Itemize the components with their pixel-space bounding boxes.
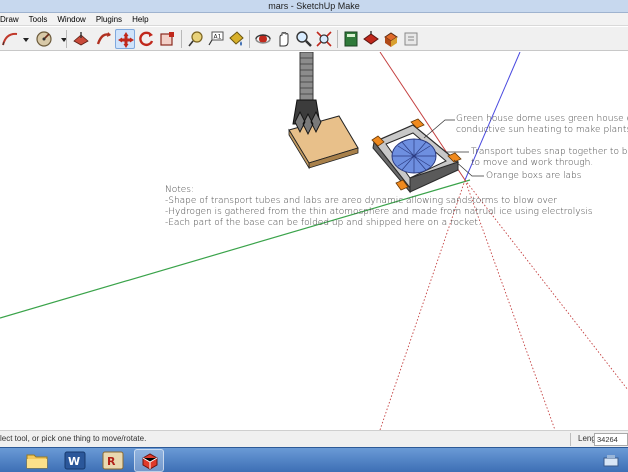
status-message: lect tool, or pick one thing to move/rot… (0, 434, 147, 443)
orbit-icon[interactable] (253, 29, 273, 49)
status-bar: lect tool, or pick one thing to move/rot… (0, 430, 628, 447)
pan-icon[interactable] (274, 29, 294, 49)
push-pull-icon[interactable] (71, 29, 91, 49)
window-title-bar[interactable]: mars - SketchUp Make (0, 0, 628, 13)
greenhouse-dome[interactable] (371, 118, 462, 194)
warehouse-icon[interactable] (341, 29, 361, 49)
toolbar-separator (66, 30, 67, 48)
tubes-annotation-line: Transport tubes snap together to be (471, 147, 628, 157)
menu-bar: Draw Tools Window Plugins Help (0, 13, 628, 26)
toolbar-separator (181, 30, 182, 48)
toolbar-separator (249, 30, 250, 48)
menu-draw[interactable]: Draw (0, 13, 24, 25)
svg-text:A1: A1 (214, 34, 222, 41)
svg-text:R: R (107, 455, 116, 468)
paint-bucket-icon[interactable] (34, 29, 54, 49)
text-tool-icon[interactable]: A1 (206, 29, 226, 49)
zoom-extents-icon[interactable] (314, 29, 334, 49)
rotate-icon[interactable] (136, 29, 156, 49)
file-explorer-icon[interactable] (22, 449, 52, 472)
menu-tools[interactable]: Tools (24, 13, 53, 25)
notes-line: -Hydrogen is gathered from the thin atom… (165, 207, 593, 217)
rocket-tower[interactable] (292, 52, 322, 136)
sketchup-icon[interactable] (134, 449, 164, 472)
network-tray-icon[interactable] (596, 449, 622, 472)
menu-window[interactable]: Window (52, 13, 90, 25)
window-title: mars - SketchUp Make (268, 1, 360, 11)
follow-me-icon[interactable] (94, 29, 114, 49)
taskbar: W R (0, 447, 628, 472)
tubes-annotation[interactable]: Transport tubes snap together to be to m… (471, 147, 628, 169)
scale-icon[interactable] (157, 29, 177, 49)
dome-annotation[interactable]: Green house dome uses green house ef con… (456, 114, 628, 136)
labs-annotation[interactable]: Orange boxs are labs (486, 171, 581, 182)
scene-viewport[interactable] (0, 52, 628, 430)
components-icon[interactable] (381, 29, 401, 49)
tubes-annotation-line: to move and work through. (471, 158, 594, 168)
dome-annotation-line: Green house dome uses green house ef (456, 114, 628, 124)
dome-leader-line (423, 119, 455, 139)
length-input[interactable]: 34264 (594, 433, 628, 446)
notes-line: -Shape of transport tubes and labs are a… (165, 196, 558, 206)
tape-measure-icon[interactable] (186, 29, 206, 49)
extension-icon[interactable] (401, 29, 421, 49)
dome-annotation-line: conductive sun heating to make plants a (456, 125, 628, 135)
move-icon[interactable] (115, 29, 135, 49)
labs-annotation-line: Orange boxs are labs (486, 171, 582, 181)
notes-text-block[interactable]: Notes: -Shape of transport tubes and lab… (165, 185, 593, 229)
main-toolbar: A1 (0, 27, 628, 51)
toolbar-separator (337, 30, 338, 48)
svg-text:W: W (68, 455, 80, 468)
zoom-icon[interactable] (294, 29, 314, 49)
arc-dropdown-icon[interactable] (16, 29, 29, 49)
paint-icon[interactable] (226, 29, 246, 49)
paint-dropdown-icon[interactable] (54, 29, 67, 49)
status-separator (570, 433, 571, 446)
revit-icon[interactable]: R (98, 449, 128, 472)
notes-heading: Notes: (165, 185, 195, 195)
notes-line: -Each part of the base can be folded up … (165, 218, 481, 228)
share-model-icon[interactable] (361, 29, 381, 49)
menu-plugins[interactable]: Plugins (91, 13, 127, 25)
menu-help[interactable]: Help (127, 13, 153, 25)
word-icon[interactable]: W (60, 449, 90, 472)
drawing-area[interactable]: Green house dome uses green house ef con… (0, 52, 628, 430)
